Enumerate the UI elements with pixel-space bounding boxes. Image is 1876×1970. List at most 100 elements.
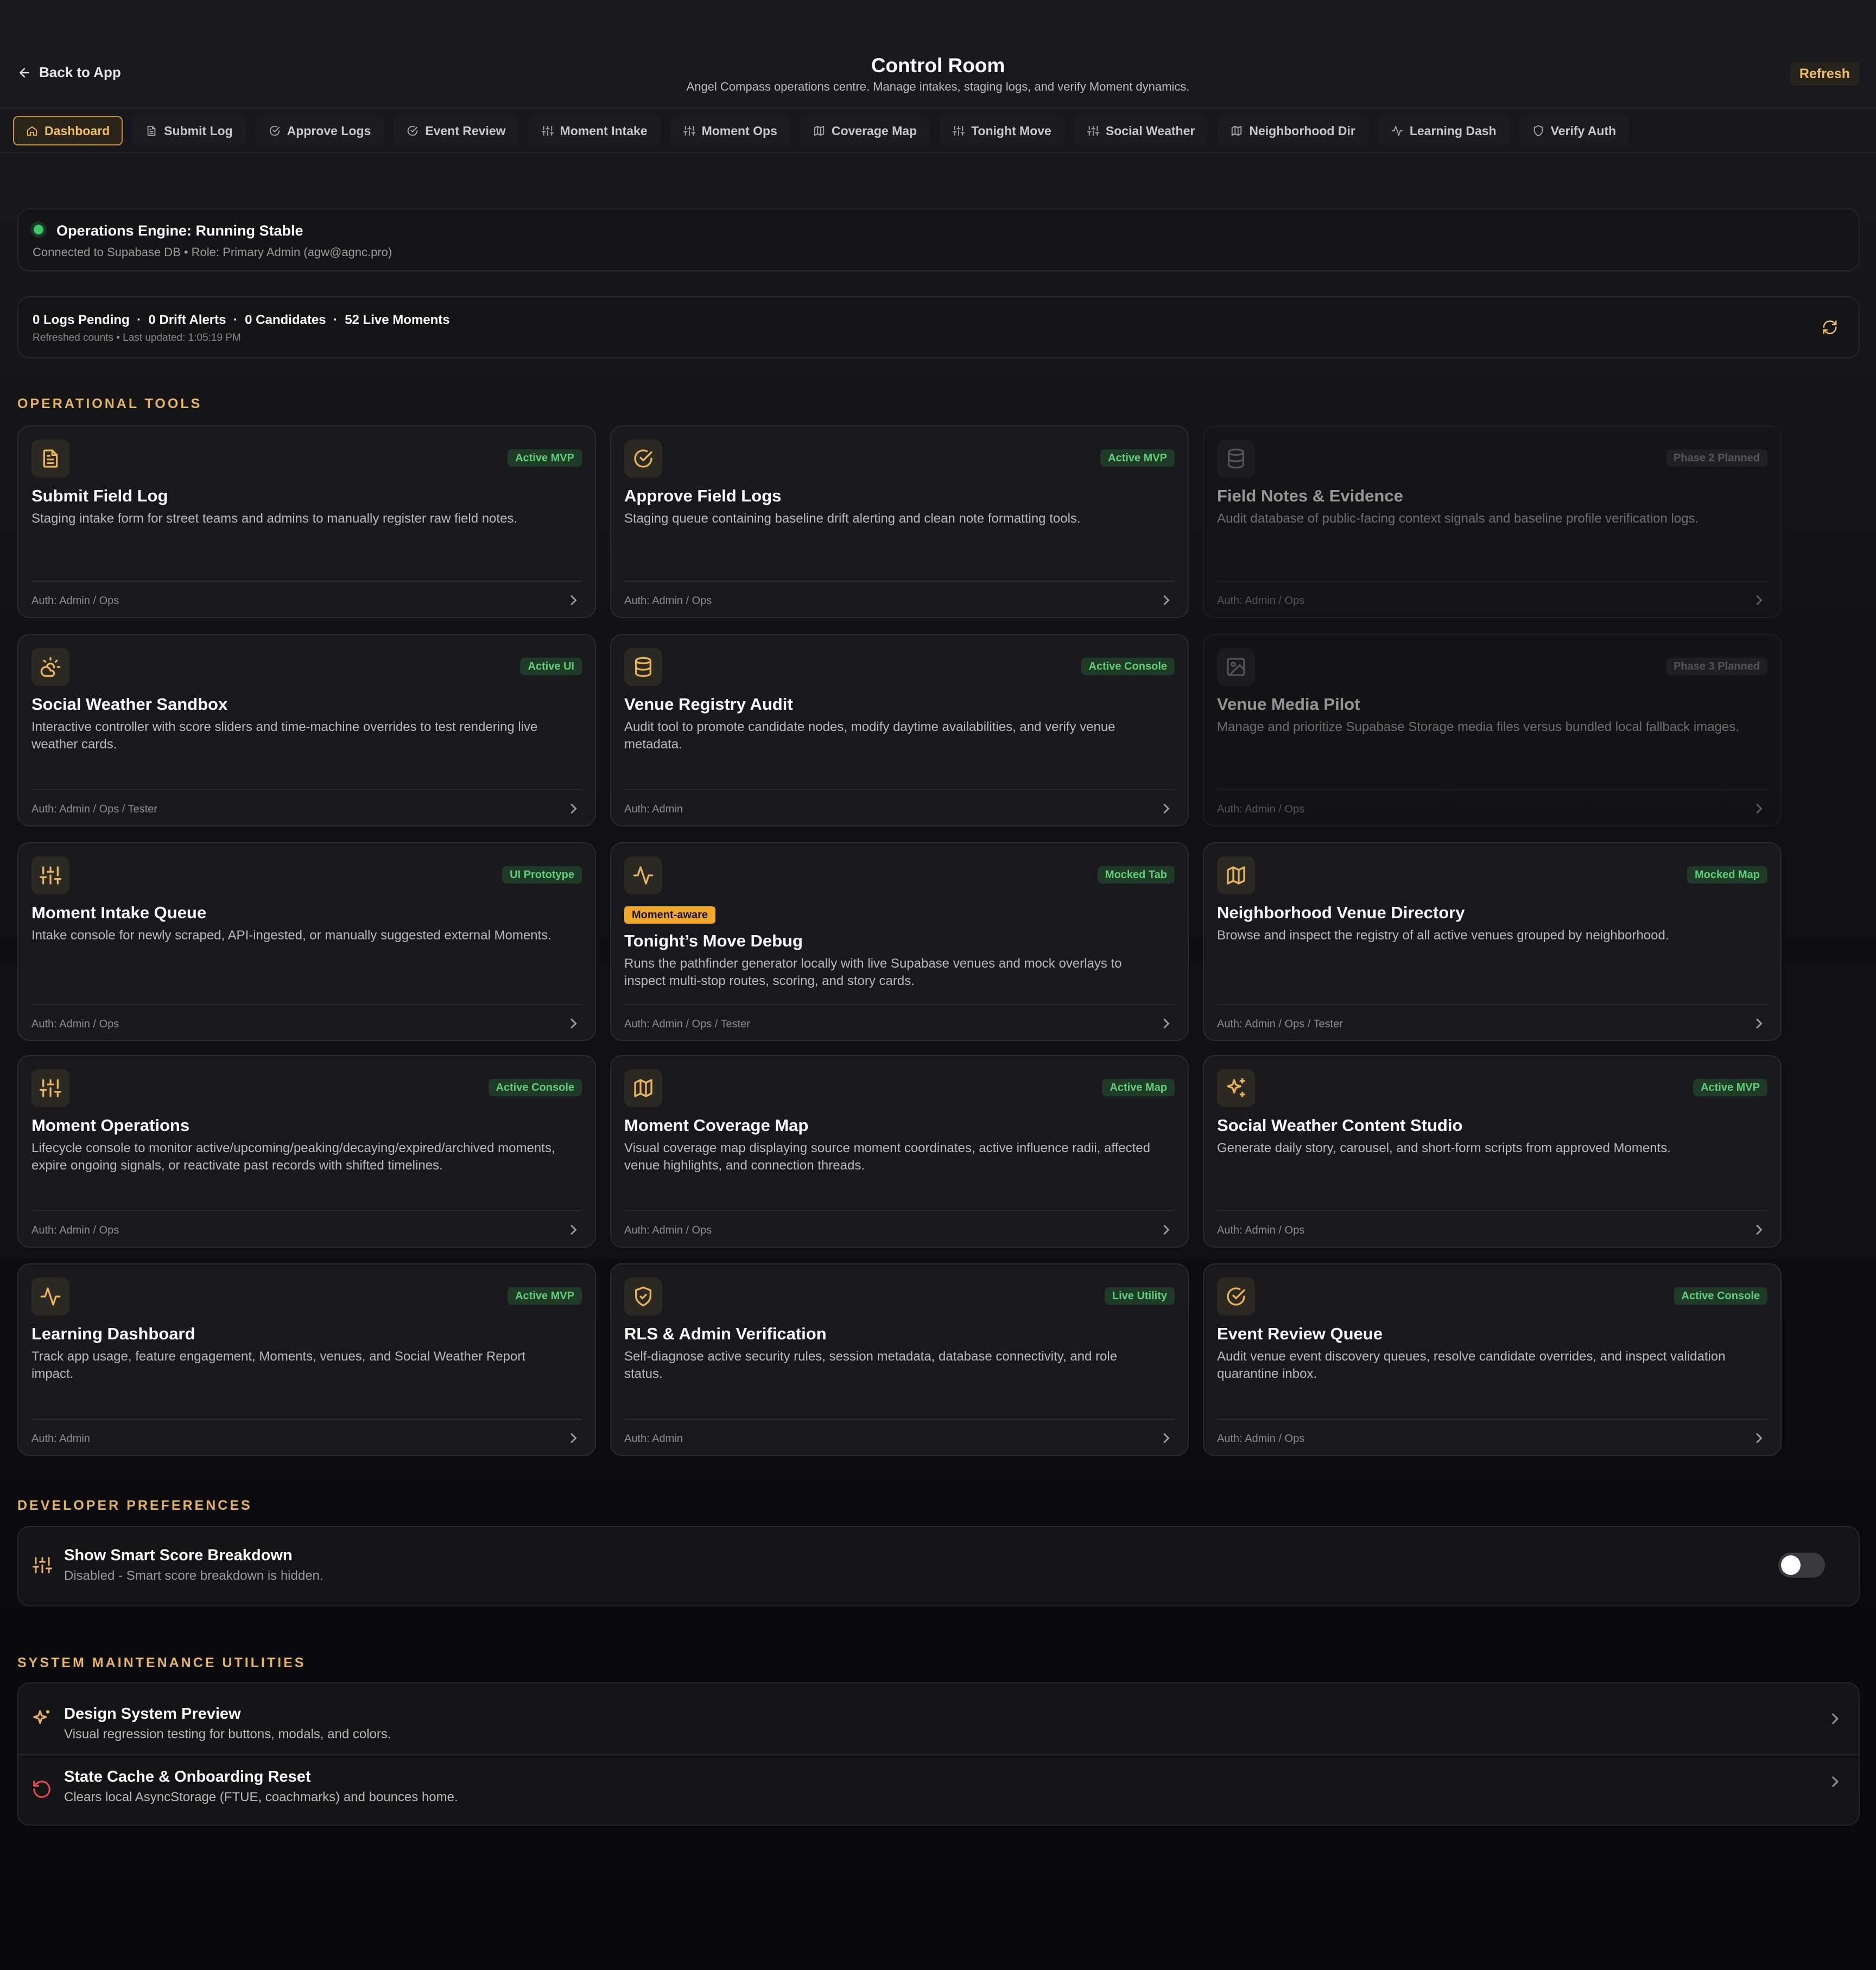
tab-label: Verify Auth	[1550, 123, 1617, 138]
chevron-right-icon	[571, 804, 577, 814]
maintenance-item-state-reset[interactable]: State Cache & Onboarding Reset Clears lo…	[18, 1754, 1859, 1825]
tool-card-learning-dashboard[interactable]: Active MVP Learning Dashboard Track app us…	[17, 1263, 596, 1456]
smart-score-toggle[interactable]	[1778, 1553, 1825, 1578]
tool-card-submit-field-log[interactable]: Active MVP Submit Field Log Staging intake…	[17, 425, 596, 618]
tool-description: Track app usage, feature engagement, Mom…	[31, 1349, 525, 1381]
card-divider	[31, 1419, 582, 1420]
status-badge: Phase 3 Planned	[1666, 658, 1767, 675]
tool-card-approve-field-logs[interactable]: Active MVP Approve Field Logs Staging queu…	[610, 425, 1189, 618]
tool-icon-box	[1217, 856, 1255, 894]
status-badge: Active MVP	[508, 449, 582, 467]
check-circle-icon	[269, 125, 280, 136]
tool-card-event-review-queue[interactable]: Active Console Event Review Queue Audit ve…	[1203, 1263, 1782, 1456]
tool-title: Social Weather Content Studio	[1217, 1116, 1463, 1135]
tool-icon-box	[1217, 1069, 1255, 1107]
tab-label: Tonight Move	[971, 123, 1051, 138]
tool-card-social-weather-sandbox[interactable]: Active UI Social Weather Sandbox Interacti…	[17, 634, 596, 827]
chevron-right-icon	[1832, 1776, 1839, 1787]
tool-auth: Auth: Admin / Ops	[1217, 595, 1305, 607]
tool-card-tonight-s-move-debug[interactable]: Mocked Tab Moment-aware Tonight’s Move Deb…	[610, 842, 1189, 1041]
prefs-title: Show Smart Score Breakdown	[64, 1547, 293, 1564]
tool-auth: Auth: Admin / Ops	[1217, 1224, 1305, 1236]
tool-auth: Auth: Admin / Ops / Tester	[1217, 1018, 1343, 1030]
maintenance-item-design-system[interactable]: Design System Preview Visual regression …	[18, 1683, 1859, 1755]
section-operational-tools: OPERATIONAL TOOLS	[17, 396, 202, 411]
status-badge: Active MVP	[1100, 449, 1175, 467]
tool-card-neighborhood-venue-directory[interactable]: Mocked Map Neighborhood Venue Directory Br…	[1203, 842, 1782, 1041]
tab-event-review[interactable]: Event Review	[394, 116, 519, 145]
maintenance-desc: Visual regression testing for buttons, m…	[64, 1727, 391, 1742]
tool-card-social-weather-content-studio[interactable]: Active MVP Social Weather Content Studio G…	[1203, 1055, 1782, 1248]
status-badge: Phase 2 Planned	[1666, 449, 1767, 467]
card-divider	[624, 1210, 1175, 1211]
card-divider	[1217, 1419, 1767, 1420]
tab-tonight-move[interactable]: Tonight Move	[940, 116, 1064, 145]
status-badge: Active Map	[1102, 1079, 1175, 1096]
maintenance-title: State Cache & Onboarding Reset	[64, 1768, 311, 1785]
sparkles-icon	[33, 1710, 50, 1724]
tool-card-moment-intake-queue[interactable]: UI Prototype Moment Intake Queue Intake co…	[17, 842, 596, 1041]
tool-auth: Auth: Admin	[624, 1433, 683, 1445]
card-divider	[1217, 789, 1767, 790]
tab-label: Neighborhood Dir	[1249, 123, 1355, 138]
prefs-panel: Show Smart Score Breakdown Disabled - Sm…	[17, 1526, 1860, 1606]
tool-title: Learning Dashboard	[31, 1324, 195, 1343]
status-badge: UI Prototype	[502, 866, 582, 884]
chevron-right-icon	[571, 1019, 577, 1028]
tool-auth: Auth: Admin / Ops	[624, 595, 712, 607]
chevron-right-icon	[1756, 1225, 1763, 1235]
tab-moment-intake[interactable]: Moment Intake	[528, 116, 661, 145]
toggle-knob	[1781, 1555, 1801, 1575]
tab-verify-auth[interactable]: Verify Auth	[1519, 116, 1630, 145]
tool-card-rls-admin-verification[interactable]: Live Utility RLS & Admin Verification Self…	[610, 1263, 1189, 1456]
tool-card-moment-operations[interactable]: Active Console Moment Operations Lifecycle…	[17, 1055, 596, 1248]
tab-coverage-map[interactable]: Coverage Map	[800, 116, 930, 145]
tool-title: Venue Registry Audit	[624, 695, 793, 714]
header: Back to App Control Room Angel Compass o…	[0, 0, 1876, 109]
map-icon	[634, 1079, 652, 1097]
home-icon	[27, 126, 37, 136]
tool-title: Social Weather Sandbox	[31, 695, 228, 714]
tab-dashboard[interactable]: Dashboard	[13, 116, 123, 145]
tab-neighborhood-dir[interactable]: Neighborhood Dir	[1218, 116, 1368, 145]
chevron-right-icon	[1832, 1713, 1839, 1724]
tool-card-field-notes-evidence[interactable]: Phase 2 Planned Field Notes & Evidence Aud…	[1203, 425, 1782, 618]
tool-auth: Auth: Admin / Ops	[31, 595, 119, 607]
tool-auth: Auth: Admin / Ops	[1217, 803, 1305, 815]
status-panel: Operations Engine: Running Stable Connec…	[17, 208, 1860, 271]
card-divider	[31, 1004, 582, 1005]
card-divider	[1217, 1004, 1767, 1005]
tool-card-moment-coverage-map[interactable]: Active Map Moment Coverage Map Visual cove…	[610, 1055, 1189, 1248]
tool-description: Manage and prioritize Supabase Storage m…	[1217, 720, 1739, 734]
tool-card-venue-media-pilot[interactable]: Phase 3 Planned Venue Media Pilot Manage a…	[1203, 634, 1782, 827]
card-divider	[624, 1419, 1175, 1420]
tab-label: Social Weather	[1105, 123, 1195, 138]
refresh-button[interactable]: Refresh	[1789, 62, 1860, 86]
card-divider	[624, 581, 1175, 582]
card-divider	[624, 789, 1175, 790]
tab-submit-log[interactable]: Submit Log	[132, 116, 246, 145]
tool-icon-box	[31, 648, 69, 686]
tool-card-venue-registry-audit[interactable]: Active Console Venue Registry Audit Audit …	[610, 634, 1189, 827]
tab-learning-dash[interactable]: Learning Dash	[1378, 116, 1510, 145]
file-icon	[147, 125, 156, 136]
divider	[0, 152, 1876, 153]
tab-approve-logs[interactable]: Approve Logs	[255, 116, 384, 145]
status-badge: Mocked Map	[1687, 866, 1767, 884]
tool-description: Self-diagnose active security rules, ses…	[624, 1349, 1118, 1381]
map-icon	[814, 125, 825, 136]
tab-social-weather[interactable]: Social Weather	[1074, 116, 1208, 145]
status-badge: Active Console	[488, 1079, 582, 1096]
database-icon	[1228, 448, 1244, 469]
status-badge: Active MVP	[1693, 1079, 1767, 1096]
chevron-right-icon	[1163, 804, 1170, 814]
tab-moment-ops[interactable]: Moment Ops	[670, 116, 790, 145]
status-title: Operations Engine: Running Stable	[56, 223, 303, 239]
status-badge: Mocked Tab	[1097, 866, 1175, 884]
tool-auth: Auth: Admin / Ops / Tester	[624, 1018, 750, 1030]
file-icon	[43, 449, 58, 468]
reset-icon	[33, 1781, 50, 1798]
refresh-icon[interactable]	[1822, 319, 1838, 335]
tool-description: Audit database of public-facing context …	[1217, 511, 1699, 526]
card-divider	[31, 789, 582, 790]
